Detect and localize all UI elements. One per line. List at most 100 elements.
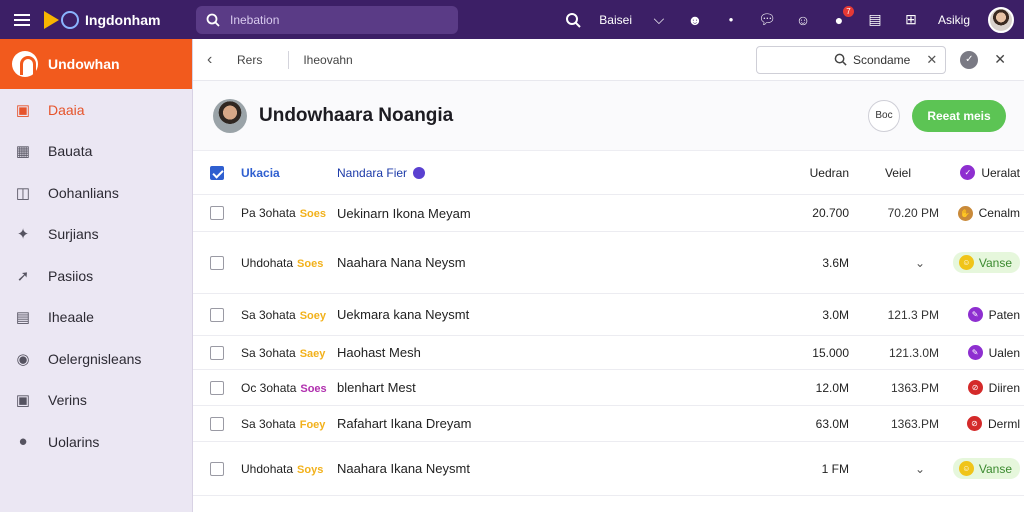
row-id: Uhdohata <box>241 461 294 476</box>
row-tag: Soes <box>299 208 327 220</box>
table-row[interactable]: Pa 3ohata Soes Uekinarn Ikona Meyam 20.700 7… <box>193 195 1024 232</box>
brand-name: Ingdonham <box>85 11 161 28</box>
back-arrow-icon[interactable]: ‹ <box>207 51 227 69</box>
sidebar-item-label: Daaia <box>48 101 85 118</box>
brand[interactable]: Ingdonham <box>44 10 196 29</box>
row-checkbox[interactable] <box>210 307 224 322</box>
sidebar-item[interactable]: ◉ Oelergnisleans <box>0 338 192 380</box>
column-header-status[interactable]: ✓ Ueralat <box>939 165 1024 180</box>
menu-icon[interactable] <box>0 0 44 39</box>
row-name: blenhart Mest <box>337 380 416 395</box>
row-id: Pa 3ohata <box>241 206 296 220</box>
table-row[interactable]: Sa 3ohata Foey Rafahart Ikana Dreyam 63.0M 1… <box>193 406 1024 442</box>
sidebar-header[interactable]: Undowhan <box>0 39 192 89</box>
sidebar-item[interactable]: ▦ Bauata <box>0 131 192 173</box>
top-action-label[interactable]: Baisei <box>599 13 632 27</box>
row-value: 3.0M <box>822 307 849 322</box>
sparkle-icon: ✦ <box>16 226 30 244</box>
help-icon[interactable]: ✓ <box>960 50 979 69</box>
sidebar-item[interactable]: ◫ Oohanlians <box>0 172 192 214</box>
chevron-down-icon[interactable]: ⌵ <box>650 11 668 29</box>
table-row[interactable]: Uhdohata Soys Naahara Ikana Neysmt 1 FM ⌄ ☺ Va… <box>193 442 1024 496</box>
page-header: Undowhaara Noangia Boc Reeat meis <box>193 81 1024 151</box>
sidebar-item[interactable]: ● Uolarins <box>0 421 192 463</box>
calendar-icon[interactable]: ▤ <box>866 11 884 29</box>
sidebar-item-label: Iheaale <box>48 309 94 326</box>
breadcrumb[interactable]: Iheovahn <box>303 53 352 67</box>
row-checkbox[interactable] <box>210 345 224 360</box>
play-logo-icon <box>44 10 59 29</box>
close-icon[interactable]: ✕ <box>994 51 1006 68</box>
table-row[interactable]: Uhdohata Soes Naahara Nana Neysm 3.6M ⌄ ☺ Vans… <box>193 232 1024 294</box>
sidebar-item[interactable]: ➚ Pasiios <box>0 255 192 297</box>
status-filter-icon: ✓ <box>960 165 976 180</box>
row-value: 12.0M <box>815 380 849 395</box>
avatar[interactable] <box>988 6 1014 33</box>
select-all-checkbox[interactable] <box>210 165 224 180</box>
status-text: Derml <box>988 416 1020 431</box>
row-time: 1363.PM <box>890 416 939 431</box>
primary-button[interactable]: Reeat meis <box>912 99 1006 132</box>
back-button[interactable]: Rers <box>237 53 262 67</box>
hand-icon: ✋ <box>957 205 973 221</box>
divider <box>288 50 290 69</box>
row-value: 1 FM <box>821 461 849 476</box>
row-checkbox[interactable] <box>210 461 224 476</box>
find-field[interactable]: Scondame ✕ <box>756 45 947 74</box>
chevron-down-icon[interactable]: ⌄ <box>849 462 939 476</box>
sidebar-item[interactable]: ▣ Verins <box>0 380 192 422</box>
row-checkbox[interactable] <box>210 416 224 431</box>
row-time: 1363.PM <box>890 380 939 395</box>
search-icon[interactable] <box>565 12 582 28</box>
column-header-name[interactable]: Nandara Fier <box>337 166 757 180</box>
document-icon: ▤ <box>15 309 31 327</box>
status-badge: ☺ Vanse <box>952 252 1020 273</box>
secondary-button[interactable]: Boc <box>868 99 900 132</box>
row-name: Naahara Ikana Neysmt <box>337 461 470 476</box>
column-header-value[interactable]: Uedran <box>757 166 849 180</box>
chat-icon[interactable]: 💬︎ <box>758 11 776 29</box>
row-checkbox[interactable] <box>210 380 224 395</box>
gift-icon: ▣ <box>15 101 31 119</box>
sidebar-item-label: Pasiios <box>48 267 94 284</box>
table-row[interactable]: Sa 3ohata Saey Haohast Mesh 15.000 121.3.0M ✎… <box>193 336 1024 370</box>
row-tag: Saey <box>299 347 326 360</box>
clear-icon[interactable]: ✕ <box>926 52 937 68</box>
row-tag: Soes <box>297 257 324 270</box>
search-input[interactable] <box>230 12 440 27</box>
mail-icon: ◉ <box>16 350 30 368</box>
chevron-down-icon[interactable]: ⌄ <box>849 256 939 270</box>
table-row[interactable]: Oc 3ohata Soes blenhart Mest 12.0M 1363.PM ⊘ D… <box>193 370 1024 406</box>
mask-icon[interactable]: ☻ <box>686 11 704 29</box>
column-header-time[interactable]: Veiel <box>849 166 939 180</box>
row-checkbox[interactable] <box>210 255 224 270</box>
column-header-id[interactable]: Ukacia <box>241 166 280 180</box>
table-row[interactable]: Sa 3ohata Soey Uekmara kana Neysmt 3.0M 121.… <box>193 294 1024 336</box>
status-text: Diiren <box>988 380 1020 395</box>
sidebar-item-label: Verins <box>48 392 87 409</box>
row-tag: Soey <box>299 309 327 322</box>
sidebar-item[interactable]: ▤ Iheaale <box>0 297 192 339</box>
pin-icon: ➚ <box>16 267 30 285</box>
row-id: Sa 3ohata <box>241 345 296 360</box>
row-value: 3.6M <box>822 255 849 270</box>
row-id: Oc 3ohata <box>241 380 297 395</box>
column-header-time-label: Veiel <box>884 165 911 180</box>
sidebar-item-label: Surjians <box>48 226 99 243</box>
sidebar-item[interactable]: ✦ Surjians <box>0 214 192 256</box>
page-title: Undowhaara Noangia <box>259 104 454 126</box>
search-box[interactable] <box>196 5 458 34</box>
row-checkbox[interactable] <box>210 206 224 220</box>
profile-label[interactable]: Asikig <box>938 13 970 27</box>
sidebar-item-label: Oohanlians <box>48 184 119 201</box>
apps-icon[interactable]: ⊞ <box>902 11 920 29</box>
notifications-icon[interactable]: ● 7 <box>830 5 854 29</box>
pen-icon: ✎ <box>967 307 983 322</box>
row-name: Uekinarn Ikona Meyam <box>337 205 471 221</box>
row-tag: Foey <box>299 418 326 431</box>
face-icon[interactable]: ☺ <box>794 11 812 29</box>
row-name: Rafahart Ikana Dreyam <box>337 416 472 431</box>
dot-icon: ● <box>728 15 734 24</box>
search-icon <box>834 53 847 66</box>
sidebar-item[interactable]: ▣ Daaia <box>0 89 192 131</box>
